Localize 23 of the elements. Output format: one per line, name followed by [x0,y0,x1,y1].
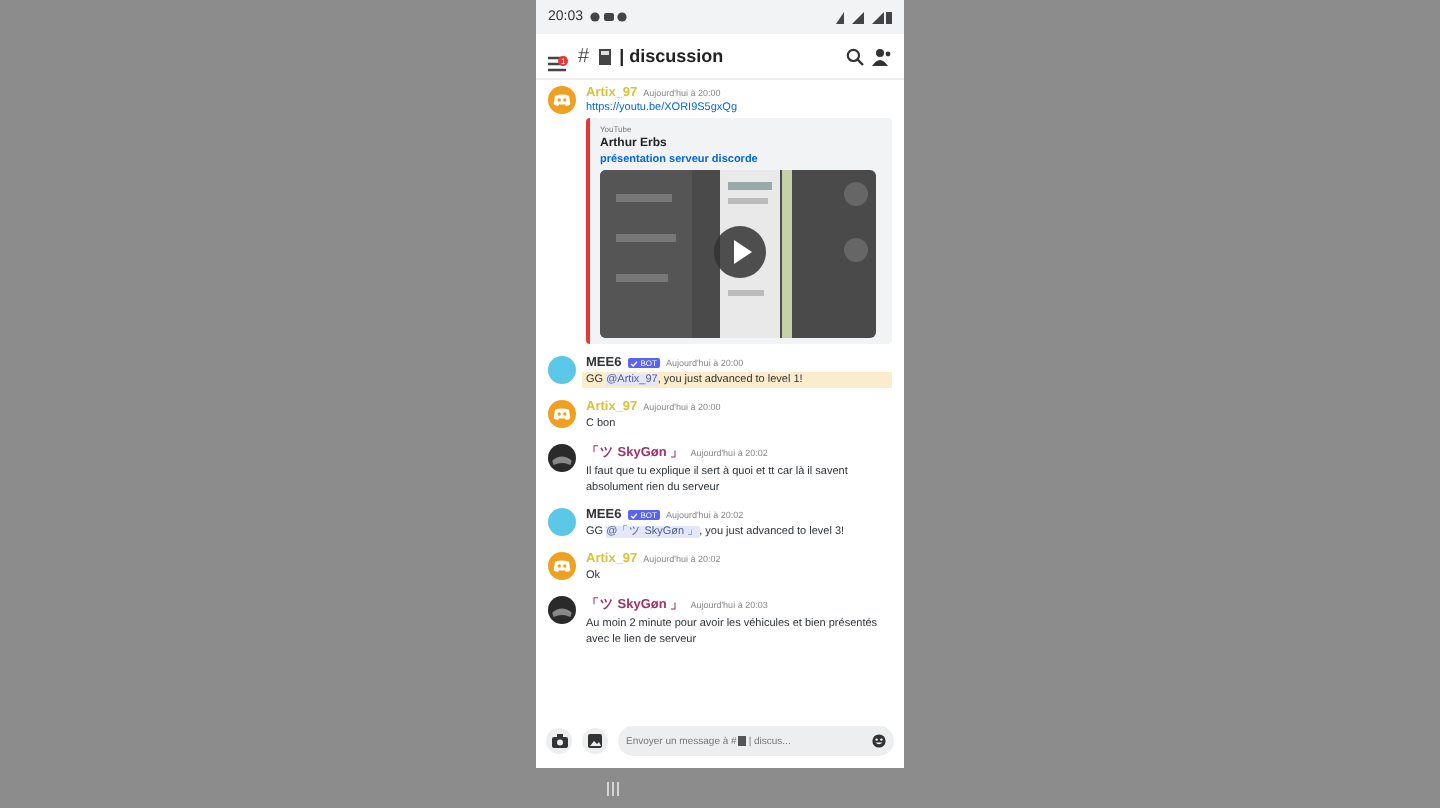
channel-name: | discussion [619,46,726,66]
notebook-icon [738,736,747,746]
signal-icons [836,11,892,23]
avatar-icon [548,400,576,428]
notebook-icon [597,47,612,65]
avatar-icon [548,552,576,580]
channel-hash: # [578,45,590,67]
check-icon [630,359,639,367]
emoji-icon[interactable] [872,734,886,748]
notification-icons [589,12,630,22]
play-button[interactable] [714,226,766,278]
check-icon [630,511,639,519]
search-icon[interactable] [846,47,864,65]
image-button[interactable] [582,728,608,754]
camera-button[interactable] [546,728,572,754]
avatar-icon [548,596,576,624]
avatar-icon [548,86,576,114]
members-icon[interactable] [872,47,892,65]
image-icon [588,734,602,748]
avatar-icon [548,356,576,384]
avatar-icon [548,508,576,536]
camera-icon [551,734,567,748]
avatar-icon [548,444,576,472]
